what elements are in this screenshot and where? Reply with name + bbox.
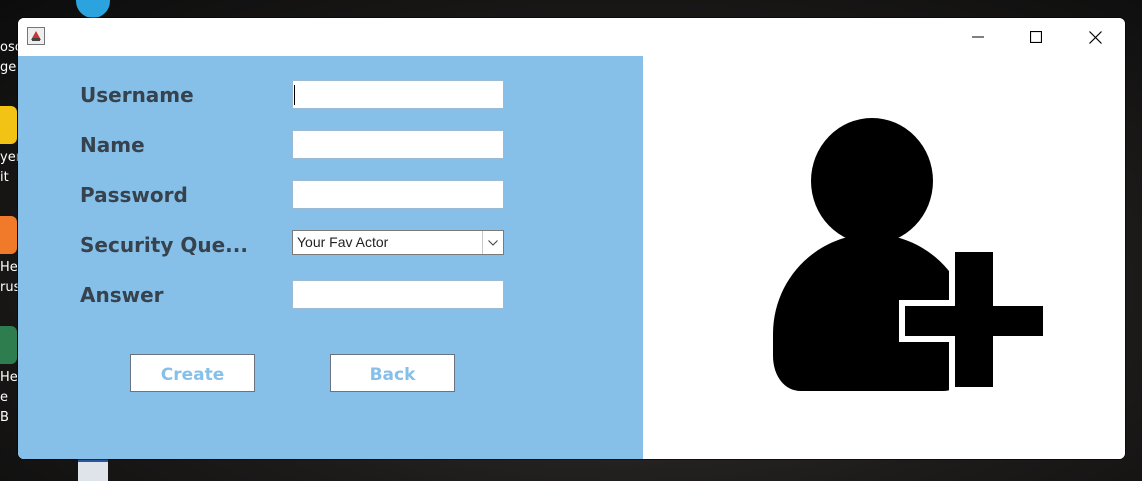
close-icon [1088,30,1102,44]
minimize-icon [972,36,984,38]
desktop-icon-label: yer [0,150,22,165]
username-label: Username [80,83,194,107]
telegram-icon[interactable] [76,0,110,18]
answer-label: Answer [80,283,164,307]
password-input[interactable] [292,180,504,209]
password-label: Password [80,183,188,207]
app-window: Username Name Password Security Que... Y… [18,18,1125,459]
create-button[interactable]: Create [130,354,255,392]
security-question-value: Your Fav Actor [297,234,389,250]
back-button[interactable]: Back [330,354,455,392]
security-question-label: Security Que... [80,233,248,257]
name-input[interactable] [292,130,504,159]
title-bar[interactable] [18,18,1125,56]
desktop-icon-label: it [0,170,9,185]
minimize-button[interactable] [949,18,1007,56]
name-label: Name [80,133,145,157]
illustration-panel [643,56,1125,459]
desktop-icon-label: ge [0,60,17,75]
form-panel: Username Name Password Security Que... Y… [18,56,643,459]
desktop-icon-label: rus [0,280,21,295]
security-question-select[interactable]: Your Fav Actor [292,230,504,255]
username-input[interactable] [292,80,504,109]
desktop-icon-label: He [0,370,18,385]
desktop-app-icon[interactable] [0,216,17,254]
close-button[interactable] [1066,18,1124,56]
maximize-icon [1030,31,1042,43]
answer-input[interactable] [292,280,504,309]
desktop-icon-label: He [0,260,18,275]
maximize-button[interactable] [1007,18,1065,56]
desktop-icon-label: osc [0,40,22,55]
java-app-icon[interactable] [27,27,45,45]
desktop-app-icon[interactable] [0,106,17,144]
add-user-icon [773,118,1047,391]
desktop-app-icon[interactable] [0,326,17,364]
desktop-icon-label: e B [0,390,9,425]
word-icon[interactable] [78,459,108,481]
chevron-down-icon[interactable] [482,231,503,254]
text-caret [294,85,295,105]
